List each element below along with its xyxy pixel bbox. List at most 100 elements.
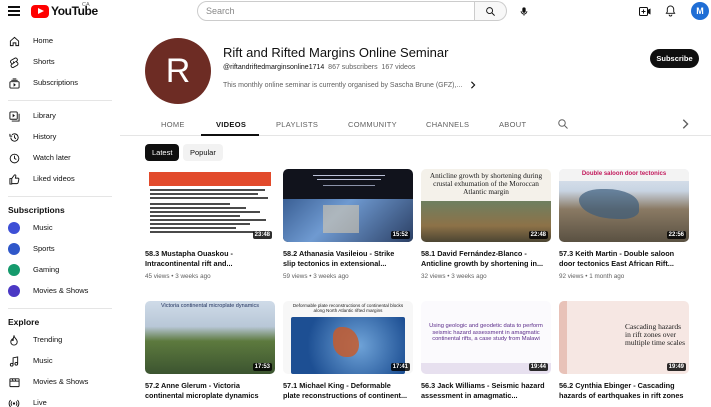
create-button[interactable] (636, 2, 654, 20)
sidebar-item-watch-later[interactable]: Watch later (0, 149, 120, 167)
channel-avatar[interactable]: R (145, 38, 211, 104)
view-count: 59 views (283, 273, 308, 280)
sidebar-item-home[interactable]: Home (0, 32, 120, 50)
upload-age: 3 weeks ago (451, 273, 487, 280)
video-thumbnail[interactable]: Victoria continental microplate dynamics… (145, 301, 275, 374)
sidebar-item-label: Music (33, 356, 53, 365)
video-meta: 45 views • 3 weeks ago (145, 273, 211, 280)
sidebar-item-library[interactable]: Library (0, 107, 120, 125)
account-avatar[interactable]: M (691, 2, 709, 20)
thumbnail-text: Double saloon door tectonics (581, 171, 667, 177)
sidebar-item-label: Live (33, 398, 47, 407)
sidebar-item-subscriptions[interactable]: Subscriptions (0, 74, 120, 92)
sidebar-item-label: Gaming (33, 265, 60, 274)
video-thumbnail[interactable]: Using geologic and geodetic data to perf… (421, 301, 551, 374)
voice-search-button[interactable] (514, 1, 534, 21)
video-title[interactable]: 56.3 Jack Williams - Seismic hazard asse… (421, 381, 553, 401)
sidebar-item-explore-movies[interactable]: Movies & Shows (0, 373, 120, 391)
tab-about[interactable]: ABOUT (499, 120, 526, 129)
sidebar-divider (8, 308, 112, 309)
view-count: 92 views (559, 273, 584, 280)
video-meta: 32 views • 3 weeks ago (421, 273, 487, 280)
sidebar-item-trending[interactable]: Trending (0, 331, 120, 349)
tab-community[interactable]: COMMUNITY (348, 120, 397, 129)
subscribe-button[interactable]: Subscribe (650, 49, 699, 68)
tab-channels[interactable]: CHANNELS (426, 120, 469, 129)
chip-latest[interactable]: Latest (145, 144, 180, 161)
tab-home[interactable]: HOME (161, 120, 185, 129)
chip-popular[interactable]: Popular (183, 144, 223, 161)
video-duration: 22:48 (528, 231, 548, 239)
channel-meta: @riftandriftedmarginsonline1714 867 subs… (223, 64, 415, 71)
search-icon (486, 6, 495, 16)
video-title[interactable]: 57.2 Anne Glerum - Victoria continental … (145, 381, 277, 401)
video-title[interactable]: 57.3 Keith Martin - Double saloon door t… (559, 249, 691, 269)
video-thumbnail[interactable]: Double saloon door tectonics 22:56 (559, 169, 689, 242)
top-bar: YouTube CA M (0, 0, 711, 24)
video-title-line: door tectonics East African Rift... (559, 259, 674, 268)
search-input[interactable] (206, 5, 466, 17)
video-duration: 17:41 (390, 363, 410, 371)
menu-icon[interactable] (8, 6, 20, 16)
search-icon[interactable] (557, 118, 569, 130)
gaming-icon (8, 264, 20, 276)
video-count: 167 videos (381, 64, 416, 71)
video-duration: 19:49 (666, 363, 686, 371)
thumbnail-text: Victoria continental microplate dynamics (160, 303, 260, 309)
sidebar-item-live[interactable]: Live (0, 394, 120, 407)
video-thumbnail[interactable]: Cascading hazards in rift zones over mul… (559, 301, 689, 374)
channel-description-text: This monthly online seminar is currently… (223, 81, 463, 89)
sidebar-item-label: Subscriptions (33, 78, 79, 87)
video-thumbnail[interactable]: 15:52 (283, 169, 413, 242)
video-duration: 23:48 (252, 231, 272, 239)
video-title-line: continental microplate dynamics (145, 391, 259, 400)
video-title-line: 58.3 Mustapha Ouaskou - (145, 249, 233, 258)
channel-name: Rift and Rifted Margins Online Seminar (223, 45, 449, 60)
thumbs-up-icon (8, 173, 20, 185)
sidebar-item-history[interactable]: History (0, 128, 120, 146)
tab-videos[interactable]: VIDEOS (216, 120, 246, 129)
thumbnail-text: Deformable plate reconstructions of cont… (292, 303, 404, 314)
chevron-right-icon[interactable] (680, 118, 690, 130)
video-thumbnail[interactable]: 23:48 (145, 169, 275, 242)
film-icon (8, 376, 20, 388)
video-title[interactable]: 58.3 Mustapha Ouaskou - Intracontinental… (145, 249, 277, 269)
sidebar-item-music[interactable]: Music (0, 219, 120, 237)
sidebar-item-shorts[interactable]: Shorts (0, 53, 120, 71)
video-title[interactable]: 57.1 Michael King - Deformable plate rec… (283, 381, 415, 401)
sidebar-item-gaming[interactable]: Gaming (0, 261, 120, 279)
notifications-button[interactable] (661, 2, 679, 20)
sidebar-section-title: Explore (8, 317, 40, 327)
channel-tabs: HOME VIDEOS PLAYLISTS COMMUNITY CHANNELS… (120, 112, 711, 136)
search-button[interactable] (475, 1, 507, 21)
sidebar-divider (8, 100, 112, 101)
channel-description[interactable]: This monthly online seminar is currently… (223, 81, 476, 89)
flame-icon (8, 334, 20, 346)
video-title-line: Intracontinental rift and... (145, 259, 233, 268)
view-count: 32 views (421, 273, 446, 280)
sidebar-item-label: Sports (33, 244, 55, 253)
upload-age: 3 weeks ago (175, 273, 211, 280)
sidebar-item-label: Music (33, 223, 53, 232)
search-box[interactable] (197, 1, 475, 21)
sidebar-item-sports[interactable]: Sports (0, 240, 120, 258)
video-title[interactable]: 58.2 Athanasia Vasileiou - Strike slip t… (283, 249, 415, 269)
sidebar-item-explore-music[interactable]: Music (0, 352, 120, 370)
sidebar-divider (8, 196, 112, 197)
video-title-line: Anticline growth by shortening in... (421, 259, 544, 268)
thumbnail-text: Cascading hazards in rift zones over mul… (625, 322, 685, 348)
logo-text: YouTube (51, 4, 98, 18)
sidebar-item-liked-videos[interactable]: Liked videos (0, 170, 120, 188)
upload-age: 1 month ago (589, 273, 625, 280)
thumbnail-text: Anticline growth by shortening during cr… (429, 171, 543, 197)
video-thumbnail[interactable]: Anticline growth by shortening during cr… (421, 169, 551, 242)
sidebar-item-movies-shows[interactable]: Movies & Shows (0, 282, 120, 300)
video-thumbnail[interactable]: Deformable plate reconstructions of cont… (283, 301, 413, 374)
video-title[interactable]: 58.1 David Fernández-Blanco - Anticline … (421, 249, 553, 269)
subscriber-count: 867 subscribers (328, 64, 378, 71)
view-count: 45 views (145, 273, 170, 280)
tab-playlists[interactable]: PLAYLISTS (276, 120, 318, 129)
video-title-line: hazards of earthquakes in rift zones (559, 391, 684, 400)
video-title[interactable]: 56.2 Cynthia Ebinger - Cascading hazards… (559, 381, 691, 401)
sports-trophy-icon (8, 243, 20, 255)
